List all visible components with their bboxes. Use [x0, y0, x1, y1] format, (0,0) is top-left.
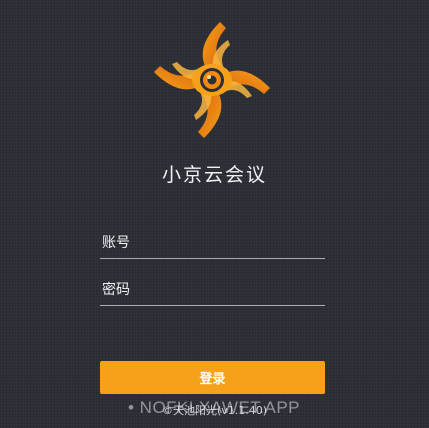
- account-field[interactable]: [100, 228, 325, 259]
- app-logo-icon: [154, 22, 270, 138]
- password-field[interactable]: [100, 275, 325, 306]
- footer: ©天池阳光(v1.1.40) • NOFKLXAWET.APP: [0, 398, 429, 418]
- login-button[interactable]: 登录: [100, 361, 325, 394]
- app-title: 小京云会议: [161, 164, 267, 186]
- password-input[interactable]: [100, 275, 325, 305]
- watermark-text: • NOFKLXAWET.APP: [128, 398, 301, 417]
- account-input[interactable]: [100, 228, 325, 258]
